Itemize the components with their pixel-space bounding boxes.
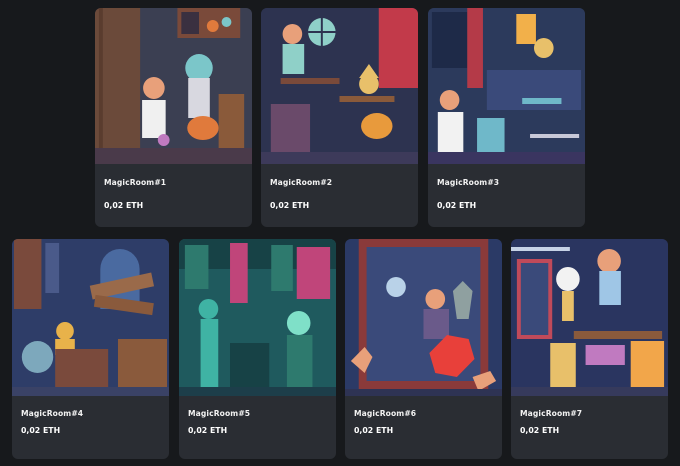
nft-card-1[interactable]: MagicRoom#1 0,02 ETH (95, 8, 252, 227)
artwork-room-6 (345, 239, 502, 396)
nft-artwork[interactable] (511, 239, 668, 396)
nft-artwork[interactable] (261, 8, 418, 164)
card-title: MagicRoom#7 (520, 409, 583, 418)
nft-artwork[interactable] (12, 239, 169, 396)
nft-card-2[interactable]: MagicRoom#2 0,02 ETH (261, 8, 418, 227)
nft-card-7[interactable]: MagicRoom#7 0,02 ETH (511, 239, 668, 459)
nft-artwork[interactable] (95, 8, 252, 164)
artwork-room-2 (261, 8, 418, 164)
artwork-room-3 (428, 8, 585, 164)
artwork-room-1 (95, 8, 252, 164)
nft-card-3[interactable]: MagicRoom#3 0,02 ETH (428, 8, 585, 227)
card-price: 0,02 ETH (520, 426, 560, 435)
card-title: MagicRoom#4 (21, 409, 84, 418)
artwork-room-4 (12, 239, 169, 396)
card-price: 0,02 ETH (104, 201, 144, 210)
card-price: 0,02 ETH (437, 201, 477, 210)
artwork-room-7 (511, 239, 668, 396)
card-title: MagicRoom#6 (354, 409, 417, 418)
card-price: 0,02 ETH (354, 426, 394, 435)
card-title: MagicRoom#1 (104, 178, 167, 187)
card-title: MagicRoom#3 (437, 178, 500, 187)
nft-artwork[interactable] (428, 8, 585, 164)
nft-artwork[interactable] (345, 239, 502, 396)
card-title: MagicRoom#5 (188, 409, 251, 418)
nft-card-4[interactable]: MagicRoom#4 0,02 ETH (12, 239, 169, 459)
nft-card-5[interactable]: MagicRoom#5 0,02 ETH (179, 239, 336, 459)
card-price: 0,02 ETH (188, 426, 228, 435)
nft-artwork[interactable] (179, 239, 336, 396)
artwork-room-5 (179, 239, 336, 396)
card-price: 0,02 ETH (21, 426, 61, 435)
card-price: 0,02 ETH (270, 201, 310, 210)
nft-card-6[interactable]: MagicRoom#6 0,02 ETH (345, 239, 502, 459)
card-title: MagicRoom#2 (270, 178, 333, 187)
